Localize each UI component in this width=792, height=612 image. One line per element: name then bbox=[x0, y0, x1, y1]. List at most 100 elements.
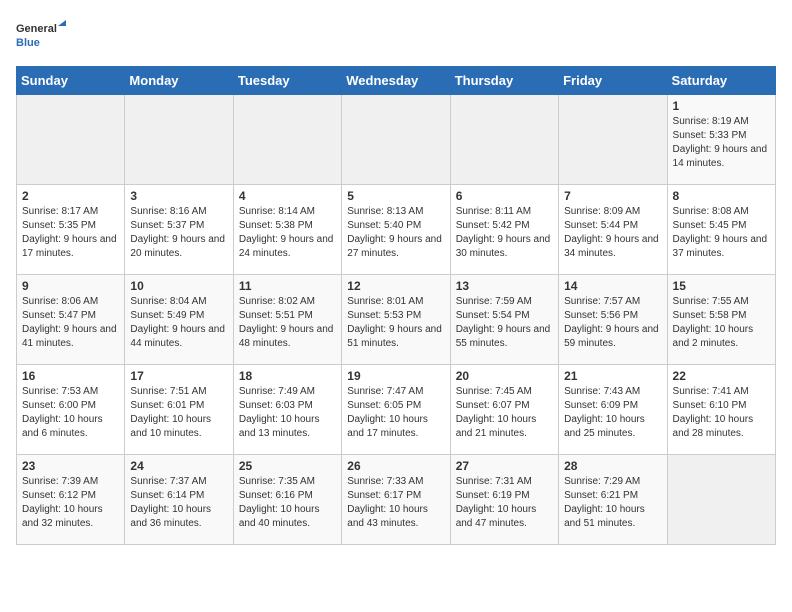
day-number: 1 bbox=[673, 99, 770, 113]
day-number: 24 bbox=[130, 459, 227, 473]
calendar-cell bbox=[559, 95, 667, 185]
calendar-cell: 3 Sunrise: 8:16 AM Sunset: 5:37 PM Daylig… bbox=[125, 185, 233, 275]
calendar-cell: 27 Sunrise: 7:31 AM Sunset: 6:19 PM Dayli… bbox=[450, 455, 558, 545]
calendar-cell: 4 Sunrise: 8:14 AM Sunset: 5:38 PM Daylig… bbox=[233, 185, 341, 275]
day-info: Sunrise: 7:29 AM Sunset: 6:21 PM Dayligh… bbox=[564, 475, 661, 531]
day-info: Sunrise: 7:49 AM Sunset: 6:03 PM Dayligh… bbox=[239, 385, 336, 441]
calendar-cell: 21 Sunrise: 7:43 AM Sunset: 6:09 PM Dayli… bbox=[559, 365, 667, 455]
day-number: 16 bbox=[22, 369, 119, 383]
calendar-cell bbox=[667, 455, 775, 545]
calendar-cell: 23Sunrise: 7:39 AM Sunset: 6:12 PM Dayli… bbox=[17, 455, 125, 545]
day-info: Sunrise: 7:31 AM Sunset: 6:19 PM Dayligh… bbox=[456, 475, 553, 531]
calendar-cell: 16 Sunrise: 7:53 AM Sunset: 6:00 PM Dayli… bbox=[17, 365, 125, 455]
calendar-cell: 25Sunrise: 7:35 AM Sunset: 6:16 PM Dayli… bbox=[233, 455, 341, 545]
calendar-cell: 17 Sunrise: 7:51 AM Sunset: 6:01 PM Dayli… bbox=[125, 365, 233, 455]
day-info: Sunrise: 7:51 AM Sunset: 6:01 PM Dayligh… bbox=[130, 385, 227, 441]
day-header-monday: Monday bbox=[125, 67, 233, 95]
day-info: Sunrise: 8:09 AM Sunset: 5:44 PM Dayligh… bbox=[564, 205, 661, 261]
day-info: Sunrise: 8:13 AM Sunset: 5:40 PM Dayligh… bbox=[347, 205, 444, 261]
calendar-cell: 10Sunrise: 8:04 AM Sunset: 5:49 PM Dayli… bbox=[125, 275, 233, 365]
calendar-cell: 24Sunrise: 7:37 AM Sunset: 6:14 PM Dayli… bbox=[125, 455, 233, 545]
day-number: 17 bbox=[130, 369, 227, 383]
calendar-body: 1 Sunrise: 8:19 AM Sunset: 5:33 PM Daylig… bbox=[17, 95, 776, 545]
logo: General Blue bbox=[16, 16, 66, 56]
day-info: Sunrise: 7:59 AM Sunset: 5:54 PM Dayligh… bbox=[456, 295, 553, 351]
day-number: 4 bbox=[239, 189, 336, 203]
day-header-friday: Friday bbox=[559, 67, 667, 95]
svg-text:General: General bbox=[16, 23, 57, 35]
calendar-cell bbox=[450, 95, 558, 185]
calendar-cell: 13 Sunrise: 7:59 AM Sunset: 5:54 PM Dayli… bbox=[450, 275, 558, 365]
week-row-3: 9 Sunrise: 8:06 AM Sunset: 5:47 PM Daylig… bbox=[17, 275, 776, 365]
day-number: 9 bbox=[22, 279, 119, 293]
day-number: 22 bbox=[673, 369, 770, 383]
week-row-5: 23Sunrise: 7:39 AM Sunset: 6:12 PM Dayli… bbox=[17, 455, 776, 545]
day-info: Sunrise: 7:45 AM Sunset: 6:07 PM Dayligh… bbox=[456, 385, 553, 441]
calendar-cell: 2 Sunrise: 8:17 AM Sunset: 5:35 PM Daylig… bbox=[17, 185, 125, 275]
day-number: 5 bbox=[347, 189, 444, 203]
day-info: Sunrise: 8:08 AM Sunset: 5:45 PM Dayligh… bbox=[673, 205, 770, 261]
day-number: 23 bbox=[22, 459, 119, 473]
day-number: 18 bbox=[239, 369, 336, 383]
calendar-cell bbox=[125, 95, 233, 185]
header: General Blue bbox=[16, 16, 776, 56]
day-info: Sunrise: 7:47 AM Sunset: 6:05 PM Dayligh… bbox=[347, 385, 444, 441]
calendar-cell bbox=[17, 95, 125, 185]
day-number: 27 bbox=[456, 459, 553, 473]
calendar-cell: 12 Sunrise: 8:01 AM Sunset: 5:53 PM Dayli… bbox=[342, 275, 450, 365]
day-number: 25 bbox=[239, 459, 336, 473]
day-info: Sunrise: 8:01 AM Sunset: 5:53 PM Dayligh… bbox=[347, 295, 444, 351]
calendar-cell: 18 Sunrise: 7:49 AM Sunset: 6:03 PM Dayli… bbox=[233, 365, 341, 455]
day-number: 20 bbox=[456, 369, 553, 383]
calendar-table: SundayMondayTuesdayWednesdayThursdayFrid… bbox=[16, 66, 776, 545]
calendar-header: SundayMondayTuesdayWednesdayThursdayFrid… bbox=[17, 67, 776, 95]
calendar-cell: 5 Sunrise: 8:13 AM Sunset: 5:40 PM Daylig… bbox=[342, 185, 450, 275]
calendar-cell: 26Sunrise: 7:33 AM Sunset: 6:17 PM Dayli… bbox=[342, 455, 450, 545]
calendar-cell: 28 Sunrise: 7:29 AM Sunset: 6:21 PM Dayli… bbox=[559, 455, 667, 545]
day-info: Sunrise: 7:53 AM Sunset: 6:00 PM Dayligh… bbox=[22, 385, 119, 441]
day-info: Sunrise: 8:19 AM Sunset: 5:33 PM Dayligh… bbox=[673, 115, 770, 171]
day-info: Sunrise: 7:57 AM Sunset: 5:56 PM Dayligh… bbox=[564, 295, 661, 351]
day-header-saturday: Saturday bbox=[667, 67, 775, 95]
week-row-4: 16 Sunrise: 7:53 AM Sunset: 6:00 PM Dayli… bbox=[17, 365, 776, 455]
day-number: 11 bbox=[239, 279, 336, 293]
day-header-tuesday: Tuesday bbox=[233, 67, 341, 95]
day-number: 12 bbox=[347, 279, 444, 293]
day-number: 19 bbox=[347, 369, 444, 383]
day-info: Sunrise: 8:06 AM Sunset: 5:47 PM Dayligh… bbox=[22, 295, 119, 351]
day-header-wednesday: Wednesday bbox=[342, 67, 450, 95]
calendar-cell: 15Sunrise: 7:55 AM Sunset: 5:58 PM Dayli… bbox=[667, 275, 775, 365]
calendar-cell: 19 Sunrise: 7:47 AM Sunset: 6:05 PM Dayli… bbox=[342, 365, 450, 455]
calendar-cell: 7Sunrise: 8:09 AM Sunset: 5:44 PM Daylig… bbox=[559, 185, 667, 275]
logo-svg: General Blue bbox=[16, 16, 66, 56]
day-info: Sunrise: 8:16 AM Sunset: 5:37 PM Dayligh… bbox=[130, 205, 227, 261]
day-number: 21 bbox=[564, 369, 661, 383]
day-number: 6 bbox=[456, 189, 553, 203]
day-number: 13 bbox=[456, 279, 553, 293]
day-number: 2 bbox=[22, 189, 119, 203]
calendar-cell: 14Sunrise: 7:57 AM Sunset: 5:56 PM Dayli… bbox=[559, 275, 667, 365]
day-info: Sunrise: 8:02 AM Sunset: 5:51 PM Dayligh… bbox=[239, 295, 336, 351]
day-number: 10 bbox=[130, 279, 227, 293]
calendar-cell: 9 Sunrise: 8:06 AM Sunset: 5:47 PM Daylig… bbox=[17, 275, 125, 365]
day-header-thursday: Thursday bbox=[450, 67, 558, 95]
header-row: SundayMondayTuesdayWednesdayThursdayFrid… bbox=[17, 67, 776, 95]
week-row-1: 1 Sunrise: 8:19 AM Sunset: 5:33 PM Daylig… bbox=[17, 95, 776, 185]
day-number: 8 bbox=[673, 189, 770, 203]
day-info: Sunrise: 8:11 AM Sunset: 5:42 PM Dayligh… bbox=[456, 205, 553, 261]
svg-text:Blue: Blue bbox=[16, 37, 40, 49]
day-number: 28 bbox=[564, 459, 661, 473]
week-row-2: 2 Sunrise: 8:17 AM Sunset: 5:35 PM Daylig… bbox=[17, 185, 776, 275]
calendar-cell: 22 Sunrise: 7:41 AM Sunset: 6:10 PM Dayli… bbox=[667, 365, 775, 455]
day-info: Sunrise: 7:33 AM Sunset: 6:17 PM Dayligh… bbox=[347, 475, 444, 531]
day-number: 15 bbox=[673, 279, 770, 293]
calendar-cell: 6 Sunrise: 8:11 AM Sunset: 5:42 PM Daylig… bbox=[450, 185, 558, 275]
day-number: 3 bbox=[130, 189, 227, 203]
day-header-sunday: Sunday bbox=[17, 67, 125, 95]
day-info: Sunrise: 7:41 AM Sunset: 6:10 PM Dayligh… bbox=[673, 385, 770, 441]
day-info: Sunrise: 8:17 AM Sunset: 5:35 PM Dayligh… bbox=[22, 205, 119, 261]
calendar-cell: 20 Sunrise: 7:45 AM Sunset: 6:07 PM Dayli… bbox=[450, 365, 558, 455]
day-info: Sunrise: 7:43 AM Sunset: 6:09 PM Dayligh… bbox=[564, 385, 661, 441]
calendar-cell bbox=[342, 95, 450, 185]
day-info: Sunrise: 8:14 AM Sunset: 5:38 PM Dayligh… bbox=[239, 205, 336, 261]
